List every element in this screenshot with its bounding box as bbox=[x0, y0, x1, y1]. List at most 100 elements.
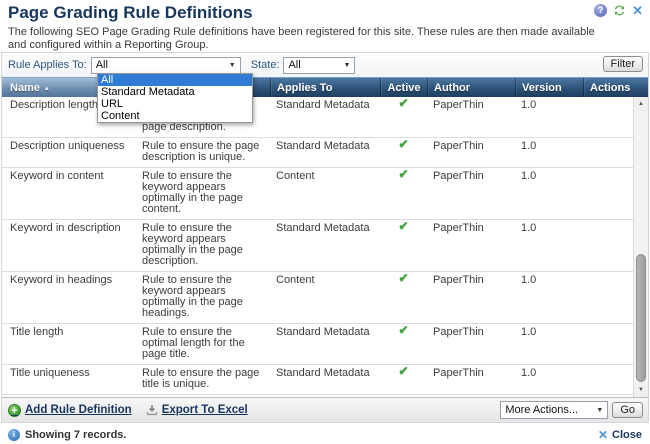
state-select[interactable]: All ▼ bbox=[283, 57, 355, 74]
close-button[interactable]: ✕ Close bbox=[598, 429, 642, 442]
info-icon: i bbox=[8, 429, 20, 441]
cell-name: Description uniqueness bbox=[2, 138, 142, 167]
column-header-active[interactable]: Active bbox=[380, 78, 427, 97]
more-actions-select[interactable]: More Actions... ▼ bbox=[500, 401, 608, 419]
cell-description: Rule to ensure the keyword appears optim… bbox=[142, 220, 270, 271]
dialog-header: Page Grading Rule Definitions The follow… bbox=[0, 0, 650, 52]
cell-actions bbox=[583, 365, 633, 394]
cell-version: 1.0 bbox=[515, 97, 583, 137]
close-x-icon: ✕ bbox=[598, 429, 608, 442]
cell-version: 1.0 bbox=[515, 138, 583, 167]
rule-applies-to-label: Rule Applies To: bbox=[8, 59, 87, 71]
scrollbar-thumb[interactable] bbox=[636, 254, 646, 382]
add-rule-definition-label: Add Rule Definition bbox=[25, 404, 132, 416]
cell-applies-to: Content bbox=[270, 168, 380, 219]
cell-version: 1.0 bbox=[515, 324, 583, 364]
rule-applies-to-value: All bbox=[96, 59, 108, 71]
cell-version: 1.0 bbox=[515, 365, 583, 394]
scroll-up-icon[interactable]: ▲ bbox=[634, 97, 648, 111]
cell-description: Rule to ensure the optimal length for th… bbox=[142, 324, 270, 364]
column-header-actions: Actions bbox=[583, 78, 648, 97]
actions-bar: + Add Rule Definition Export To Excel Mo… bbox=[2, 397, 648, 422]
cell-applies-to: Standard Metadata bbox=[270, 138, 380, 167]
cell-actions bbox=[583, 168, 633, 219]
cell-applies-to: Standard Metadata bbox=[270, 324, 380, 364]
cell-name: Keyword in headings bbox=[2, 272, 142, 323]
cell-author: PaperThin bbox=[427, 272, 515, 323]
export-to-excel-label: Export To Excel bbox=[162, 404, 248, 416]
active-check-icon: ✔ bbox=[380, 272, 427, 323]
chevron-down-icon: ▼ bbox=[596, 407, 603, 414]
cell-author: PaperThin bbox=[427, 97, 515, 137]
cell-description: Rule to ensure the page title is unique. bbox=[142, 365, 270, 394]
table-row: Description uniqueness Rule to ensure th… bbox=[2, 138, 633, 168]
vertical-scrollbar[interactable]: ▲ ▼ bbox=[633, 97, 648, 397]
cell-author: PaperThin bbox=[427, 220, 515, 271]
dropdown-option[interactable]: URL bbox=[98, 98, 252, 110]
column-header-version[interactable]: Version bbox=[515, 78, 583, 97]
go-button[interactable]: Go bbox=[612, 402, 643, 418]
cell-actions bbox=[583, 138, 633, 167]
active-check-icon: ✔ bbox=[380, 138, 427, 167]
active-check-icon: ✔ bbox=[380, 97, 427, 137]
cell-description: Rule to ensure the keyword appears optim… bbox=[142, 168, 270, 219]
close-label: Close bbox=[612, 429, 642, 441]
cell-name: Title uniqueness bbox=[2, 365, 142, 394]
help-icon[interactable]: ? bbox=[594, 4, 607, 17]
sort-asc-icon: ▴ bbox=[45, 84, 49, 92]
refresh-icon[interactable] bbox=[613, 4, 626, 17]
state-label: State: bbox=[251, 59, 280, 71]
active-check-icon: ✔ bbox=[380, 220, 427, 271]
close-icon[interactable]: ✕ bbox=[632, 4, 643, 17]
table-row: Title length Rule to ensure the optimal … bbox=[2, 324, 633, 365]
applies-to-dropdown: AllStandard MetadataURLContent bbox=[97, 73, 253, 123]
dropdown-option[interactable]: Standard Metadata bbox=[98, 86, 252, 98]
state-value: All bbox=[288, 59, 300, 71]
table-rows: Description length Rule to ensure the op… bbox=[2, 97, 633, 395]
active-check-icon: ✔ bbox=[380, 324, 427, 364]
filter-button[interactable]: Filter bbox=[603, 56, 643, 72]
table-row: Keyword in content Rule to ensure the ke… bbox=[2, 168, 633, 220]
cell-name: Title length bbox=[2, 324, 142, 364]
cell-actions bbox=[583, 220, 633, 271]
table-row: Keyword in headings Rule to ensure the k… bbox=[2, 272, 633, 324]
rule-applies-to-select[interactable]: All ▼ bbox=[91, 57, 241, 74]
export-icon bbox=[146, 404, 158, 416]
more-actions-value: More Actions... bbox=[505, 404, 578, 416]
cell-author: PaperThin bbox=[427, 168, 515, 219]
dropdown-option[interactable]: All bbox=[98, 74, 252, 86]
cell-name: Keyword in description bbox=[2, 220, 142, 271]
export-to-excel-link[interactable]: Export To Excel bbox=[146, 404, 248, 416]
cell-author: PaperThin bbox=[427, 324, 515, 364]
column-header-applies-to[interactable]: Applies To bbox=[270, 78, 380, 97]
cell-applies-to: Standard Metadata bbox=[270, 365, 380, 394]
cell-actions bbox=[583, 272, 633, 323]
cell-author: PaperThin bbox=[427, 365, 515, 394]
active-check-icon: ✔ bbox=[380, 168, 427, 219]
active-check-icon: ✔ bbox=[380, 365, 427, 394]
cell-author: PaperThin bbox=[427, 138, 515, 167]
cell-actions bbox=[583, 324, 633, 364]
scroll-down-icon[interactable]: ▼ bbox=[634, 383, 648, 397]
dialog-footer: i Showing 7 records. ✕ Close bbox=[0, 426, 650, 444]
table-row: Title uniqueness Rule to ensure the page… bbox=[2, 365, 633, 395]
table-body: Description length Rule to ensure the op… bbox=[2, 97, 648, 397]
cell-applies-to: Standard Metadata bbox=[270, 220, 380, 271]
dropdown-option[interactable]: Content bbox=[98, 110, 252, 122]
cell-description: Rule to ensure the page description is u… bbox=[142, 138, 270, 167]
cell-actions bbox=[583, 97, 633, 137]
page-grading-dialog: Page Grading Rule Definitions The follow… bbox=[0, 0, 650, 444]
page-description: The following SEO Page Grading Rule defi… bbox=[8, 26, 604, 52]
cell-version: 1.0 bbox=[515, 168, 583, 219]
cell-applies-to: Content bbox=[270, 272, 380, 323]
cell-description: Rule to ensure the keyword appears optim… bbox=[142, 272, 270, 323]
cell-version: 1.0 bbox=[515, 220, 583, 271]
chevron-down-icon: ▼ bbox=[344, 62, 351, 69]
record-count-status: Showing 7 records. bbox=[25, 429, 126, 441]
column-header-author[interactable]: Author bbox=[427, 78, 515, 97]
add-rule-definition-link[interactable]: + Add Rule Definition bbox=[8, 404, 132, 417]
chevron-down-icon: ▼ bbox=[229, 62, 236, 69]
page-title: Page Grading Rule Definitions bbox=[8, 3, 642, 23]
cell-version: 1.0 bbox=[515, 272, 583, 323]
cell-applies-to: Standard Metadata bbox=[270, 97, 380, 137]
